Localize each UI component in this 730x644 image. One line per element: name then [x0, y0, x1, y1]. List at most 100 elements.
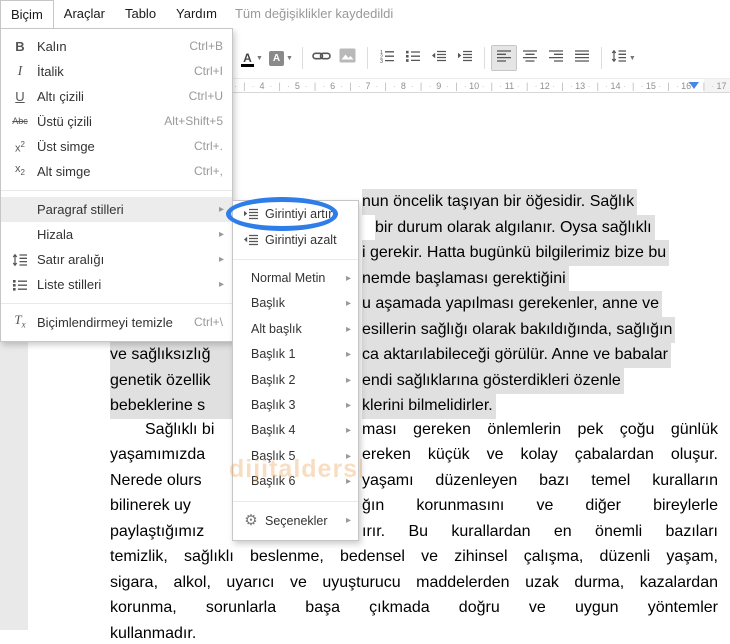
ruler-number: 11: [504, 81, 515, 91]
insert-image-button[interactable]: [335, 45, 361, 71]
document-text-fragment: temizlik, sağlıklı beslenme, bedensel ve…: [110, 548, 718, 565]
menubar-item-3[interactable]: Yardım: [166, 0, 227, 28]
ruler-tick: |: [349, 81, 352, 91]
align-center-button[interactable]: [517, 45, 543, 71]
document-text-fragment: ırır. Bu kurallardan en önemli bazıları: [362, 523, 718, 540]
ruler-tick: ·: [481, 81, 485, 91]
document-text-fragment: yaşamımızda: [110, 446, 206, 463]
format-menu-item-8[interactable]: Hizala ▸: [1, 222, 232, 247]
ruler-tick: ·: [640, 81, 644, 91]
menu-item-label: Altı çizili: [37, 89, 84, 104]
ruler-tick: ·: [304, 81, 308, 91]
menu-item-label: Hizala: [37, 227, 74, 242]
ruler-number: 13: [575, 81, 586, 91]
align-right-button[interactable]: [543, 45, 569, 71]
format-menu-item-1[interactable]: I İtalik Ctrl+I: [1, 59, 232, 84]
ruler-tick: ·: [340, 81, 344, 91]
ruler-tick: ·: [393, 81, 397, 91]
menu-item-label: Başlık 1: [251, 347, 296, 362]
toolbar-separator: [366, 47, 368, 69]
submenu-arrow-icon: ▸: [345, 425, 351, 437]
styles-menu-item-6[interactable]: Başlık 1 ▸: [233, 342, 358, 367]
styles-menu-item-8[interactable]: Başlık 3 ▸: [233, 393, 358, 418]
styles-menu-item-3[interactable]: Normal Metin ▸: [233, 266, 358, 291]
format-menu-item-9[interactable]: Satır aralığı ▸: [1, 247, 232, 272]
document-text-fragment: kullanmadır.: [110, 625, 197, 642]
styles-menu-item-1[interactable]: Girintiyi azalt: [233, 227, 358, 253]
format-menu-item-4[interactable]: x2 Üst simge Ctrl+.: [1, 134, 232, 159]
submenu-arrow-icon: ▸: [345, 323, 351, 335]
numbered-list-button[interactable]: 123: [374, 45, 400, 71]
menu-separator: [233, 259, 358, 260]
ruler-tick: ·: [569, 81, 573, 91]
align-center-icon: [522, 48, 538, 69]
line-spacing-button[interactable]: ▼: [608, 45, 639, 71]
styles-menu-item-5[interactable]: Alt başlık ▸: [233, 317, 358, 342]
menu-separator: [1, 303, 232, 304]
align-right-icon: [548, 48, 564, 69]
ruler-number: 12: [539, 81, 550, 91]
ruler-tick: ·: [463, 81, 467, 91]
dropdown-caret-icon: ▼: [628, 54, 636, 62]
ruler-tick: ·: [233, 81, 237, 91]
styles-menu-item-4[interactable]: Başlık ▸: [233, 291, 358, 316]
indent-more-button[interactable]: [452, 45, 478, 71]
menu-item-label: Alt başlık: [251, 321, 302, 336]
menu-item-label: Başlık 3: [251, 397, 296, 412]
ruler-tick: ·: [587, 81, 591, 91]
ruler-tick: ·: [428, 81, 432, 91]
styles-menu-item-9[interactable]: Başlık 4 ▸: [233, 418, 358, 443]
menu-item-label: Başlık 2: [251, 372, 296, 387]
ruler-tick: |: [596, 81, 599, 91]
format-menu-item-10[interactable]: Liste stilleri ▸: [1, 272, 232, 297]
ruler-tick: ·: [605, 81, 609, 91]
document-text-fragment: ca aktarılabileceği görülür. Anne ve bab…: [362, 342, 671, 368]
menubar-item-0[interactable]: Biçim: [0, 0, 54, 28]
align-left-button[interactable]: [490, 45, 517, 71]
menubar-item-2[interactable]: Tablo: [115, 0, 166, 28]
menu-item-shortcut: Ctrl+I: [193, 64, 223, 78]
ruler-tick: ·: [534, 81, 538, 91]
insert-link-button[interactable]: [309, 45, 335, 71]
ruler-number: 5: [294, 81, 300, 91]
document-text-fragment: korunma, sorunlarla başa çıkmada doğru v…: [110, 599, 718, 616]
menu-item-shortcut: Ctrl+.: [193, 139, 223, 153]
list-styles-icon: [7, 272, 33, 297]
ruler-tick: |: [632, 81, 635, 91]
bulleted-list-button[interactable]: [400, 45, 426, 71]
ruler-indent-marker[interactable]: [689, 82, 699, 89]
menubar-item-1[interactable]: Araçlar: [54, 0, 115, 28]
toolbar-separator: [301, 47, 303, 69]
submenu-arrow-icon: ▸: [218, 279, 224, 290]
menu-separator: [1, 190, 232, 191]
format-menu-item-0[interactable]: B Kalın Ctrl+B: [1, 34, 232, 59]
underline-icon: U: [15, 89, 25, 104]
format-menu-item-2[interactable]: U Altı çizili Ctrl+U: [1, 84, 232, 109]
highlight-color-button[interactable]: A ▼: [266, 45, 296, 71]
ruler-tick: ·: [410, 81, 414, 91]
indent-less-button[interactable]: [426, 45, 452, 71]
bulleted-list-icon: [405, 48, 421, 69]
numbered-list-icon: 123: [379, 48, 395, 69]
indent-less-icon: [240, 227, 262, 253]
format-menu-item-5[interactable]: x2 Alt simge Ctrl+,: [1, 159, 232, 184]
align-justify-button[interactable]: [569, 45, 595, 71]
format-menu-item-7[interactable]: Paragraf stilleri ▸: [1, 197, 232, 222]
strikethrough-icon: Abc: [12, 116, 28, 126]
menu-item-shortcut: Ctrl+\: [193, 315, 223, 329]
text-color-button[interactable]: A ▼: [238, 45, 266, 71]
menu-item-label: Normal Metin: [251, 271, 326, 285]
format-menu-item-12[interactable]: Tx Biçimlendirmeyi temizle Ctrl+\: [1, 310, 232, 335]
ruler-tick: ·: [499, 81, 503, 91]
document-text-fragment: endi sağlıklarına gösterdikleri özenle: [362, 368, 624, 394]
styles-menu-item-13[interactable]: ⚙ Seçenekler ▸: [233, 508, 358, 534]
menu-item-shortcut: Alt+Shift+5: [164, 114, 223, 128]
menu-item-label: Üstü çizili: [37, 114, 92, 129]
watermark: dijitaldershane: [229, 455, 362, 483]
styles-menu-item-7[interactable]: Başlık 2 ▸: [233, 368, 358, 393]
menu-item-shortcut: Ctrl+B: [189, 39, 223, 53]
document-text-fragment: esillerin sağlığı olarak bakıldığında, s…: [362, 317, 676, 343]
format-menu-item-3[interactable]: Abc Üstü çizili Alt+Shift+5: [1, 109, 232, 134]
ruler-tick: |: [243, 81, 246, 91]
document-text-fragment: ğın korunmasını ve diğer bireylerle: [362, 497, 718, 514]
